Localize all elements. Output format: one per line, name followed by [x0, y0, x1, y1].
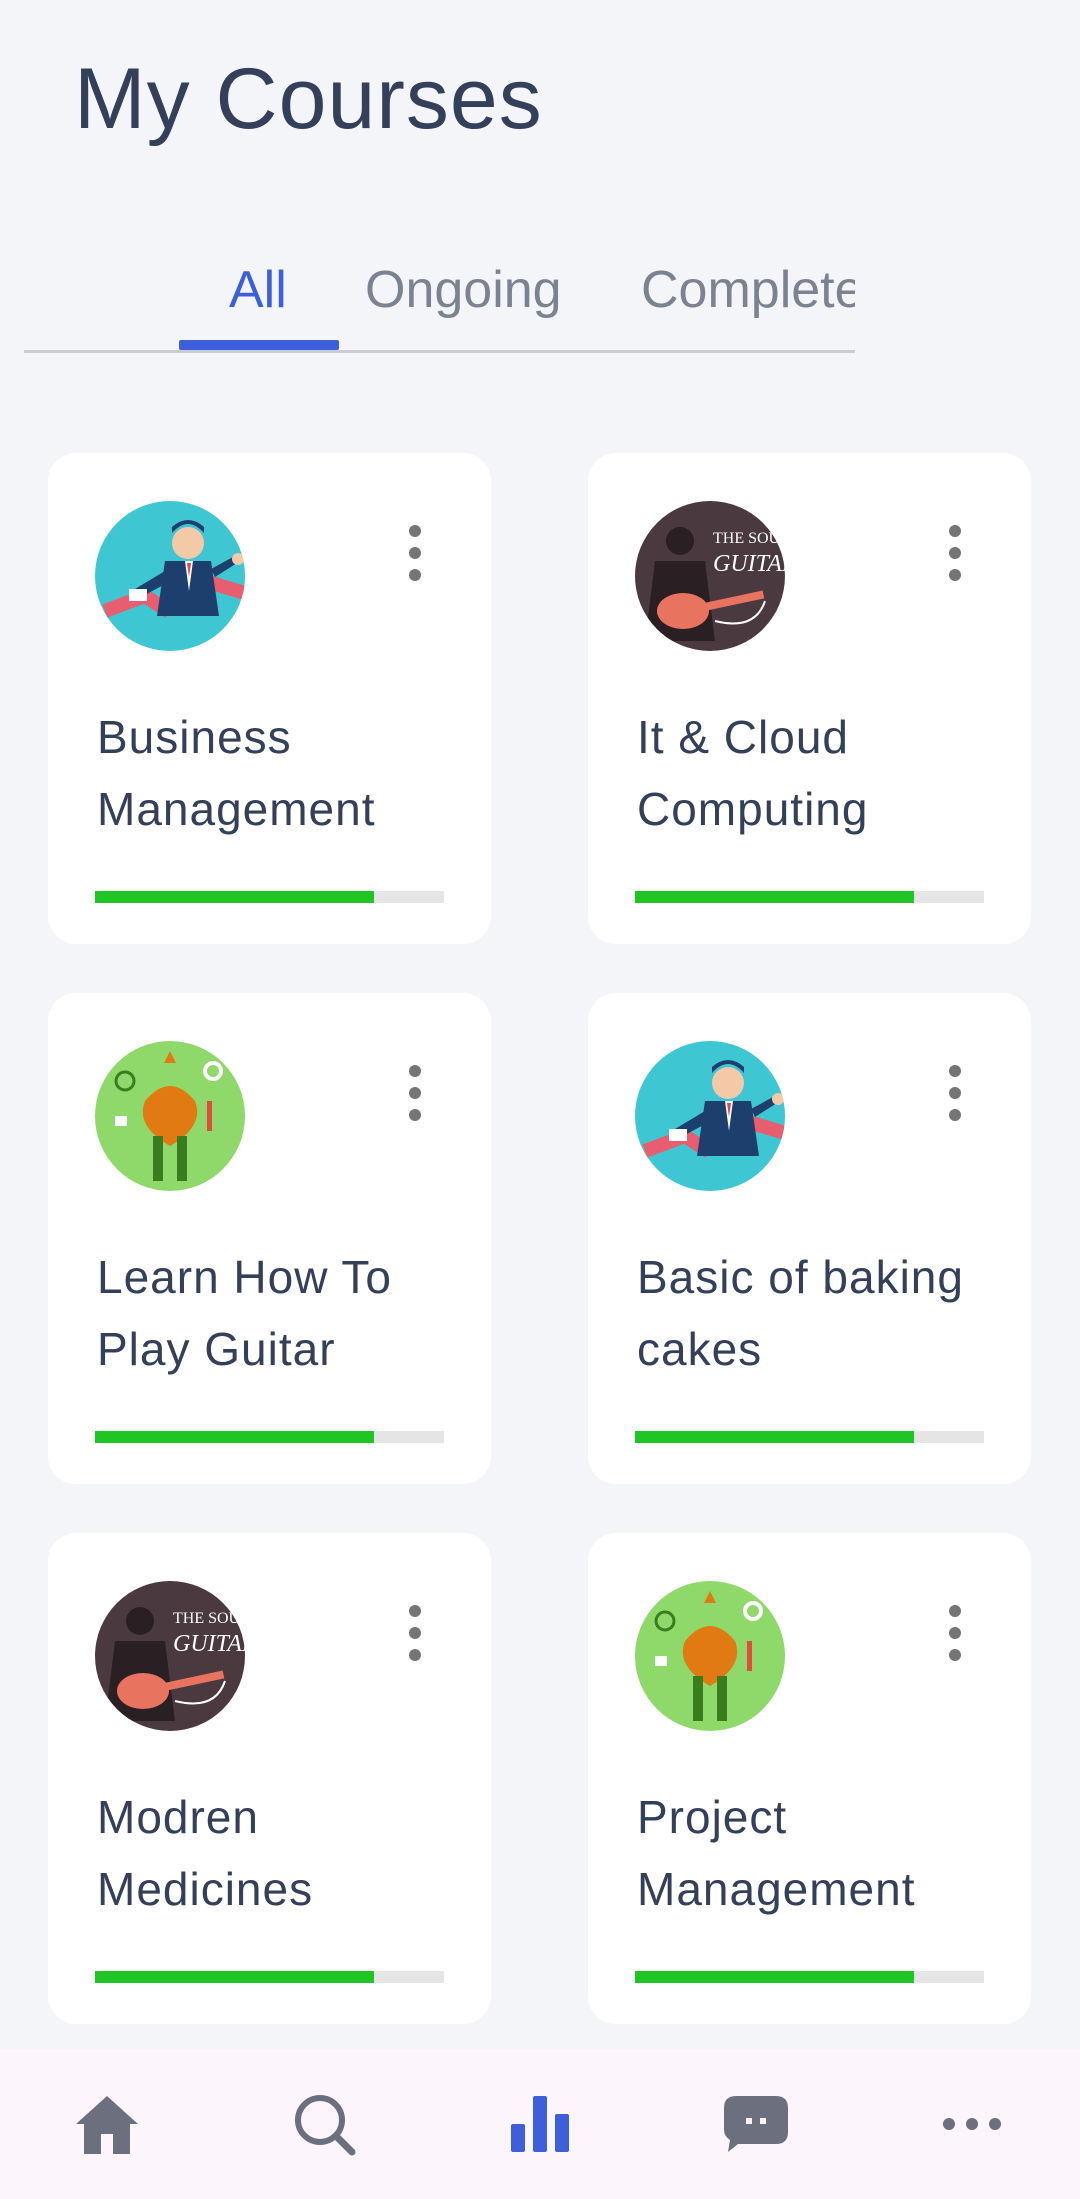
svg-text:GUITAR: GUITAR	[173, 1631, 245, 1657]
guitar-illustration: THE SOUN GUITAR	[635, 501, 785, 651]
course-title: It & Cloud Computing	[637, 711, 869, 835]
more-options-icon[interactable]	[397, 1605, 433, 1661]
guitar-illustration: THE SOUN GUITAR	[95, 1581, 245, 1731]
course-title: Modren Medicines	[97, 1791, 314, 1915]
course-title: Business Management	[97, 711, 376, 835]
svg-text:THE SOUN: THE SOUN	[713, 530, 785, 547]
course-progress-bar	[635, 891, 984, 903]
tab-ongoing[interactable]: Ongoing	[365, 240, 562, 340]
home-icon	[76, 2096, 138, 2154]
nav-search[interactable]	[264, 2049, 384, 2199]
bar-chart-icon	[511, 2096, 569, 2152]
course-title: Learn How To Play Guitar	[97, 1251, 392, 1375]
tab-completed[interactable]: Completed	[641, 240, 855, 340]
more-options-icon[interactable]	[397, 1065, 433, 1121]
bottom-navigation	[0, 2049, 1080, 2199]
course-title: Basic of baking cakes	[637, 1251, 964, 1375]
chat-icon	[724, 2096, 788, 2152]
nav-more[interactable]	[912, 2049, 1032, 2199]
course-progress-fill	[635, 1971, 915, 1983]
course-title: Project Management	[637, 1791, 916, 1915]
more-horizontal-icon	[943, 2118, 1001, 2130]
nav-home[interactable]	[47, 2049, 167, 2199]
tab-all[interactable]: All	[229, 240, 287, 340]
course-progress-bar	[95, 891, 444, 903]
course-progress-fill	[95, 1431, 375, 1443]
more-options-icon[interactable]	[937, 525, 973, 581]
course-progress-fill	[95, 891, 375, 903]
search-icon	[295, 2095, 356, 2156]
course-progress-bar	[95, 1971, 444, 1983]
businessman-illustration	[95, 501, 245, 651]
course-card[interactable]: THE SOUN GUITAR It & Cloud Computing	[588, 453, 1031, 944]
medicine-illustration	[95, 1041, 245, 1191]
svg-text:THE SOUN: THE SOUN	[173, 1610, 245, 1627]
course-card[interactable]: Basic of baking cakes	[588, 993, 1031, 1484]
more-options-icon[interactable]	[397, 525, 433, 581]
medicine-illustration	[635, 1581, 785, 1731]
course-grid: Business Management THE SOUN GUITAR It & …	[48, 453, 1032, 2024]
course-card[interactable]: Project Management	[588, 1533, 1031, 2024]
course-progress-fill	[95, 1971, 375, 1983]
course-progress-bar	[635, 1431, 984, 1443]
course-progress-fill	[635, 891, 915, 903]
course-progress-fill	[635, 1431, 915, 1443]
course-progress-bar	[635, 1971, 984, 1983]
course-card[interactable]: THE SOUN GUITAR Modren Medicines	[48, 1533, 491, 2024]
course-progress-bar	[95, 1431, 444, 1443]
businessman-illustration	[635, 1041, 785, 1191]
course-filter-tabs: All Ongoing Completed	[24, 230, 855, 353]
more-options-icon[interactable]	[937, 1605, 973, 1661]
course-card[interactable]: Learn How To Play Guitar	[48, 993, 491, 1484]
svg-text:GUITAR: GUITAR	[713, 551, 785, 577]
nav-chat[interactable]	[696, 2049, 816, 2199]
page-title: My Courses	[74, 51, 543, 147]
more-options-icon[interactable]	[937, 1065, 973, 1121]
nav-stats[interactable]	[480, 2049, 600, 2199]
active-tab-indicator	[179, 340, 339, 350]
course-card[interactable]: Business Management	[48, 453, 491, 944]
